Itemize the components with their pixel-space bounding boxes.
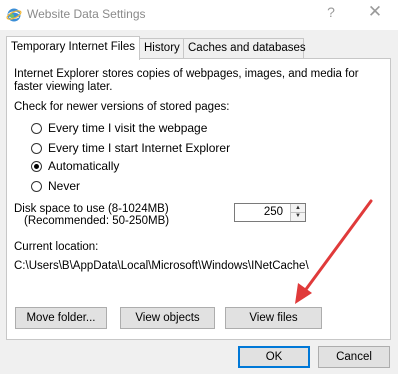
view-files-button[interactable]: View files bbox=[225, 307, 322, 329]
current-location-label: Current location: bbox=[14, 241, 99, 253]
radio-circle[interactable] bbox=[31, 122, 42, 134]
disk-space-label: Disk space to use (8-1024MB) bbox=[14, 203, 169, 215]
disk-space-spinner[interactable]: 250 ▲ ▼ bbox=[234, 203, 306, 222]
view-objects-button[interactable]: View objects bbox=[120, 307, 215, 329]
radio-every-start[interactable]: Every time I start Internet Explorer bbox=[31, 139, 230, 157]
radio-circle[interactable] bbox=[31, 180, 42, 192]
title-bar: Website Data Settings ? ✕ bbox=[0, 0, 398, 30]
disk-space-value[interactable]: 250 bbox=[264, 206, 283, 218]
internet-explorer-globe-icon bbox=[6, 8, 22, 22]
move-folder-button[interactable]: Move folder... bbox=[15, 307, 107, 329]
current-location-path: C:\Users\B\AppData\Local\Microsoft\Windo… bbox=[14, 260, 309, 272]
radio-circle[interactable] bbox=[31, 142, 42, 154]
radio-label: Every time I start Internet Explorer bbox=[48, 141, 231, 155]
tab-caches-and-databases[interactable]: Caches and databases bbox=[183, 38, 306, 58]
radio-label: Never bbox=[48, 179, 81, 193]
check-label: Check for newer versions of stored pages… bbox=[14, 101, 230, 113]
radio-label: Automatically bbox=[48, 159, 120, 173]
close-button[interactable]: ✕ bbox=[364, 2, 386, 22]
help-button[interactable]: ? bbox=[322, 4, 340, 20]
radio-every-visit[interactable]: Every time I visit the webpage bbox=[31, 119, 207, 137]
disk-space-recommended: (Recommended: 50-250MB) bbox=[24, 215, 170, 227]
intro-text: Internet Explorer stores copies of webpa… bbox=[14, 68, 359, 93]
window-title: Website Data Settings bbox=[27, 7, 146, 21]
cancel-button[interactable]: Cancel bbox=[318, 346, 390, 368]
tab-panel: Internet Explorer stores copies of webpa… bbox=[6, 58, 391, 340]
radio-circle[interactable] bbox=[31, 160, 42, 172]
radio-automatically[interactable]: Automatically bbox=[31, 157, 119, 175]
tab-temporary-internet-files[interactable]: Temporary Internet Files bbox=[6, 36, 140, 60]
spin-down-icon[interactable]: ▼ bbox=[291, 212, 305, 220]
ok-button[interactable]: OK bbox=[238, 346, 310, 368]
radio-label: Every time I visit the webpage bbox=[48, 121, 208, 135]
radio-never[interactable]: Never bbox=[31, 177, 80, 195]
tab-history[interactable]: History bbox=[139, 38, 184, 58]
spinner-arrows[interactable]: ▲ ▼ bbox=[290, 204, 305, 221]
